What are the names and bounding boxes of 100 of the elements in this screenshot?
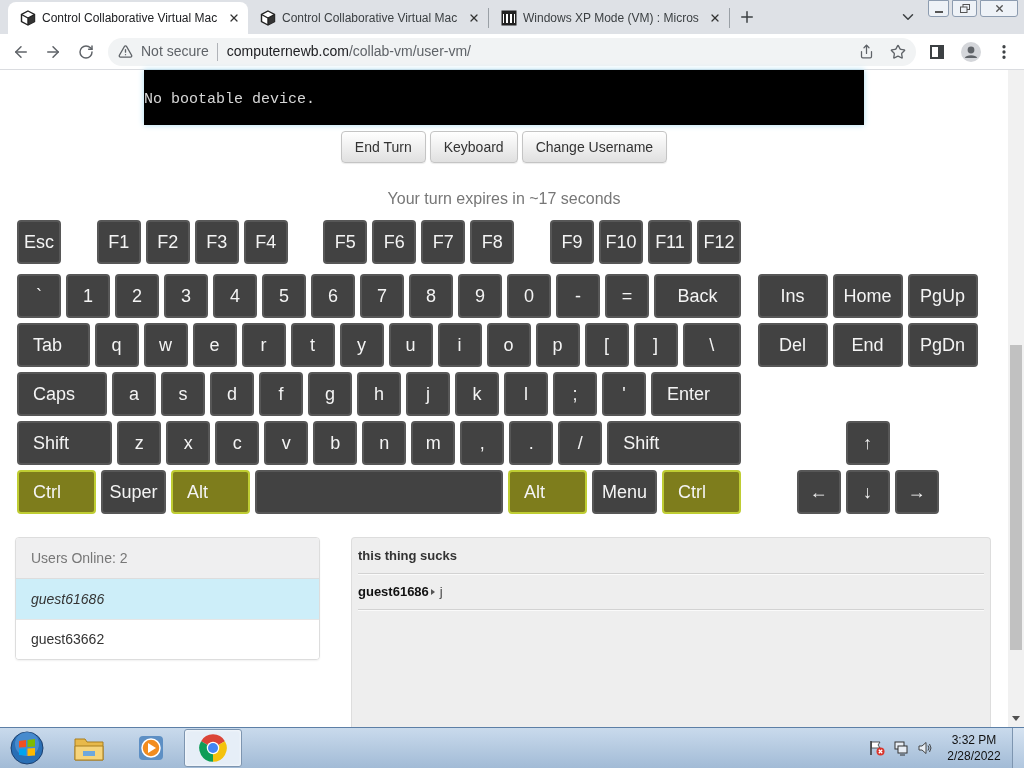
virtual-key[interactable]: j [406, 372, 450, 416]
browser-tab[interactable]: Windows XP Mode (VM) : Micros [489, 2, 729, 34]
profile-icon[interactable] [961, 41, 981, 62]
virtual-key[interactable]: v [264, 421, 309, 465]
virtual-key[interactable]: Shift [17, 421, 113, 465]
virtual-key[interactable]: F3 [194, 220, 239, 264]
bookmark-star-icon[interactable] [890, 43, 906, 60]
vm-control-button[interactable]: End Turn [340, 131, 426, 163]
virtual-key[interactable]: = [605, 274, 649, 318]
action-center-flag-icon[interactable] [869, 740, 885, 756]
virtual-key[interactable]: ] [633, 323, 678, 367]
virtual-key[interactable]: Ctrl [17, 470, 96, 514]
virtual-key[interactable]: u [388, 323, 433, 367]
new-tab-icon[interactable] [738, 8, 756, 26]
virtual-key[interactable]: F12 [696, 220, 741, 264]
virtual-key[interactable]: e [192, 323, 237, 367]
virtual-key[interactable]: n [362, 421, 407, 465]
virtual-key[interactable]: w [143, 323, 188, 367]
virtual-key[interactable]: 7 [360, 274, 404, 318]
share-icon[interactable] [859, 44, 874, 59]
virtual-key[interactable]: m [411, 421, 456, 465]
taskbar-app-button[interactable] [184, 729, 242, 767]
start-button-icon[interactable] [10, 731, 44, 765]
virtual-key[interactable]: - [556, 274, 600, 318]
virtual-key[interactable]: Ins [757, 274, 828, 318]
virtual-key[interactable]: k [455, 372, 499, 416]
virtual-key[interactable]: F5 [323, 220, 368, 264]
virtual-key[interactable]: Esc [17, 220, 61, 264]
virtual-key[interactable]: / [558, 421, 603, 465]
virtual-key[interactable]: F9 [549, 220, 594, 264]
virtual-key[interactable]: F10 [598, 220, 643, 264]
virtual-key[interactable]: Home [832, 274, 903, 318]
virtual-key[interactable]: Back [654, 274, 741, 318]
virtual-key[interactable]: → [894, 470, 939, 514]
virtual-key[interactable]: y [339, 323, 384, 367]
address-bar[interactable]: Not secure computernewb.com/collab-vm/user-vm/ [108, 37, 916, 66]
virtual-key[interactable]: ` [17, 274, 61, 318]
virtual-key[interactable]: f [259, 372, 303, 416]
clock[interactable]: 3:32 PM 2/28/2022 [946, 732, 1002, 764]
virtual-key[interactable]: 6 [311, 274, 355, 318]
side-panel-icon[interactable] [930, 44, 944, 59]
virtual-key[interactable]: F8 [470, 220, 515, 264]
virtual-key[interactable]: Alt [171, 470, 250, 514]
virtual-key[interactable]: t [290, 323, 335, 367]
scroll-down-icon[interactable] [1012, 716, 1020, 721]
close-icon[interactable] [228, 12, 240, 24]
virtual-key[interactable]: Del [757, 323, 828, 367]
virtual-key[interactable]: r [241, 323, 286, 367]
virtual-key[interactable]: 9 [458, 274, 502, 318]
browser-tab[interactable]: Control Collaborative Virtual Mac [8, 2, 248, 34]
user-list-item[interactable]: guest61686 [16, 579, 319, 619]
virtual-key[interactable]: F1 [96, 220, 141, 264]
virtual-key[interactable]: Enter [651, 372, 741, 416]
virtual-key[interactable]: s [161, 372, 205, 416]
virtual-key[interactable]: c [215, 421, 260, 465]
virtual-key[interactable]: Tab [17, 323, 90, 367]
virtual-key[interactable]: b [313, 421, 358, 465]
virtual-key[interactable]: 8 [409, 274, 453, 318]
virtual-key[interactable]: F6 [372, 220, 417, 264]
virtual-key[interactable]: a [112, 372, 156, 416]
close-icon[interactable] [468, 12, 480, 24]
virtual-key[interactable]: d [210, 372, 254, 416]
virtual-key[interactable]: p [535, 323, 580, 367]
virtual-key[interactable]: F11 [647, 220, 692, 264]
virtual-key[interactable]: F7 [421, 220, 466, 264]
volume-icon[interactable] [917, 740, 933, 756]
virtual-key[interactable]: Shift [607, 421, 741, 465]
virtual-key[interactable]: Alt [508, 470, 587, 514]
virtual-key[interactable]: [ [584, 323, 629, 367]
virtual-key[interactable]: Ctrl [662, 470, 741, 514]
virtual-key[interactable]: g [308, 372, 352, 416]
virtual-key[interactable]: . [509, 421, 554, 465]
user-list-item[interactable]: guest63662 [16, 619, 319, 659]
virtual-key[interactable]: z [117, 421, 162, 465]
virtual-key[interactable]: i [437, 323, 482, 367]
security-label[interactable]: Not secure [141, 41, 209, 62]
virtual-key[interactable]: Menu [592, 470, 657, 514]
virtual-key[interactable]: , [460, 421, 505, 465]
virtual-key[interactable]: l [504, 372, 548, 416]
virtual-key[interactable]: 5 [262, 274, 306, 318]
virtual-key[interactable]: ' [602, 372, 646, 416]
network-icon[interactable] [893, 740, 909, 756]
virtual-key[interactable]: 0 [507, 274, 551, 318]
virtual-key[interactable]: ↓ [845, 470, 890, 514]
vm-screen[interactable]: No bootable device. [144, 70, 864, 125]
minimize-button[interactable] [928, 0, 949, 17]
restore-button[interactable] [952, 0, 977, 17]
virtual-key[interactable]: 3 [164, 274, 208, 318]
virtual-key[interactable]: F2 [145, 220, 190, 264]
vm-control-button[interactable]: Keyboard [429, 131, 518, 163]
virtual-key[interactable]: h [357, 372, 401, 416]
virtual-key[interactable]: 1 [66, 274, 110, 318]
virtual-key[interactable]: End [832, 323, 903, 367]
close-icon[interactable] [709, 12, 721, 24]
virtual-key[interactable]: 4 [213, 274, 257, 318]
virtual-key[interactable]: ↑ [845, 421, 890, 465]
virtual-key[interactable]: x [166, 421, 211, 465]
virtual-key[interactable]: F4 [243, 220, 288, 264]
virtual-key[interactable]: \ [682, 323, 741, 367]
close-button[interactable] [980, 0, 1018, 17]
